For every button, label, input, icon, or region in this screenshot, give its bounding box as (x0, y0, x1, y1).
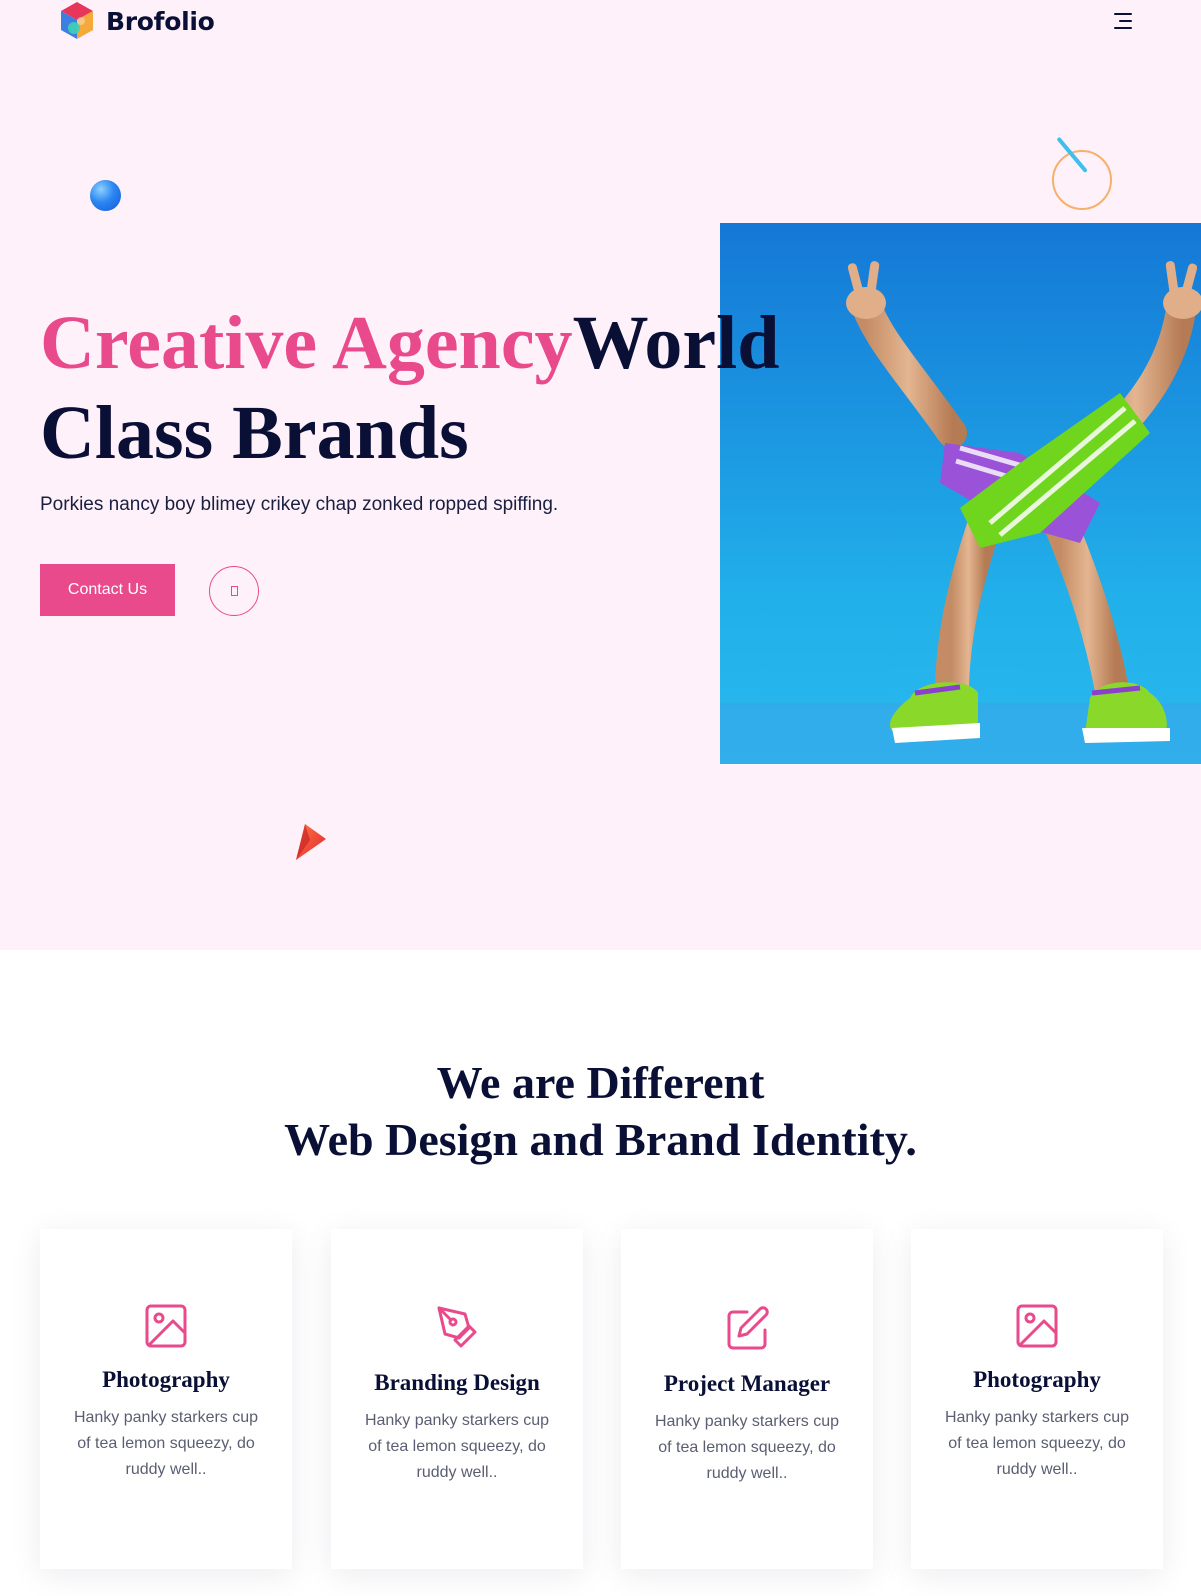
card-text: Hanky panky starkers cup of tea lemon sq… (364, 1412, 550, 1481)
hero-title: Creative AgencyWorld Class Brands (40, 298, 779, 478)
play-icon (230, 586, 238, 596)
decorative-arrow-shape (296, 824, 326, 860)
hero-title-accent: Creative Agency (40, 301, 573, 385)
card-title: Photography (973, 1367, 1101, 1392)
contact-us-button[interactable]: Contact Us (40, 564, 175, 616)
card-text: Hanky panky starkers cup of tea lemon sq… (654, 1413, 840, 1482)
service-card-branding-design: Branding Design Hanky panky starkers cup… (331, 1229, 583, 1569)
image-icon (911, 1303, 1163, 1349)
services-title-line1: We are Different (436, 1057, 765, 1108)
hero-title-line1-rest: World (572, 301, 780, 385)
card-title: Branding Design (374, 1370, 540, 1395)
services-title-line2: Web Design and Brand Identity. (284, 1114, 917, 1165)
service-card-photography: Photography Hanky panky starkers cup of … (40, 1229, 292, 1569)
card-title: Photography (102, 1367, 230, 1392)
hero-image (720, 223, 1201, 764)
hero-title-line2: Class Brands (40, 391, 469, 475)
card-text: Hanky panky starkers cup of tea lemon sq… (944, 1409, 1130, 1478)
service-card-photography-2: Photography Hanky panky starkers cup of … (911, 1229, 1163, 1569)
decorative-ball (90, 180, 121, 211)
image-icon (40, 1303, 292, 1349)
brand[interactable]: Brofolio (58, 0, 215, 42)
services-title: We are Different Web Design and Brand Id… (0, 1054, 1201, 1168)
play-button[interactable] (209, 566, 259, 616)
hero-subtitle: Porkies nancy boy blimey crikey chap zon… (40, 494, 559, 515)
card-text: Hanky panky starkers cup of tea lemon sq… (73, 1409, 259, 1478)
card-title: Project Manager (663, 1371, 831, 1396)
brand-name: Brofolio (106, 6, 215, 36)
hero-section: Brofolio Creative AgencyWorld Class Bran… (0, 0, 1201, 950)
service-card-project-manager: Project Manager Hanky panky starkers cup… (621, 1229, 873, 1569)
hamburger-menu-icon[interactable] (1114, 11, 1136, 31)
edit-icon (621, 1305, 873, 1351)
decorative-ring (1052, 150, 1112, 210)
brofolio-logo-icon (61, 2, 93, 39)
pen-tool-icon (331, 1304, 583, 1350)
